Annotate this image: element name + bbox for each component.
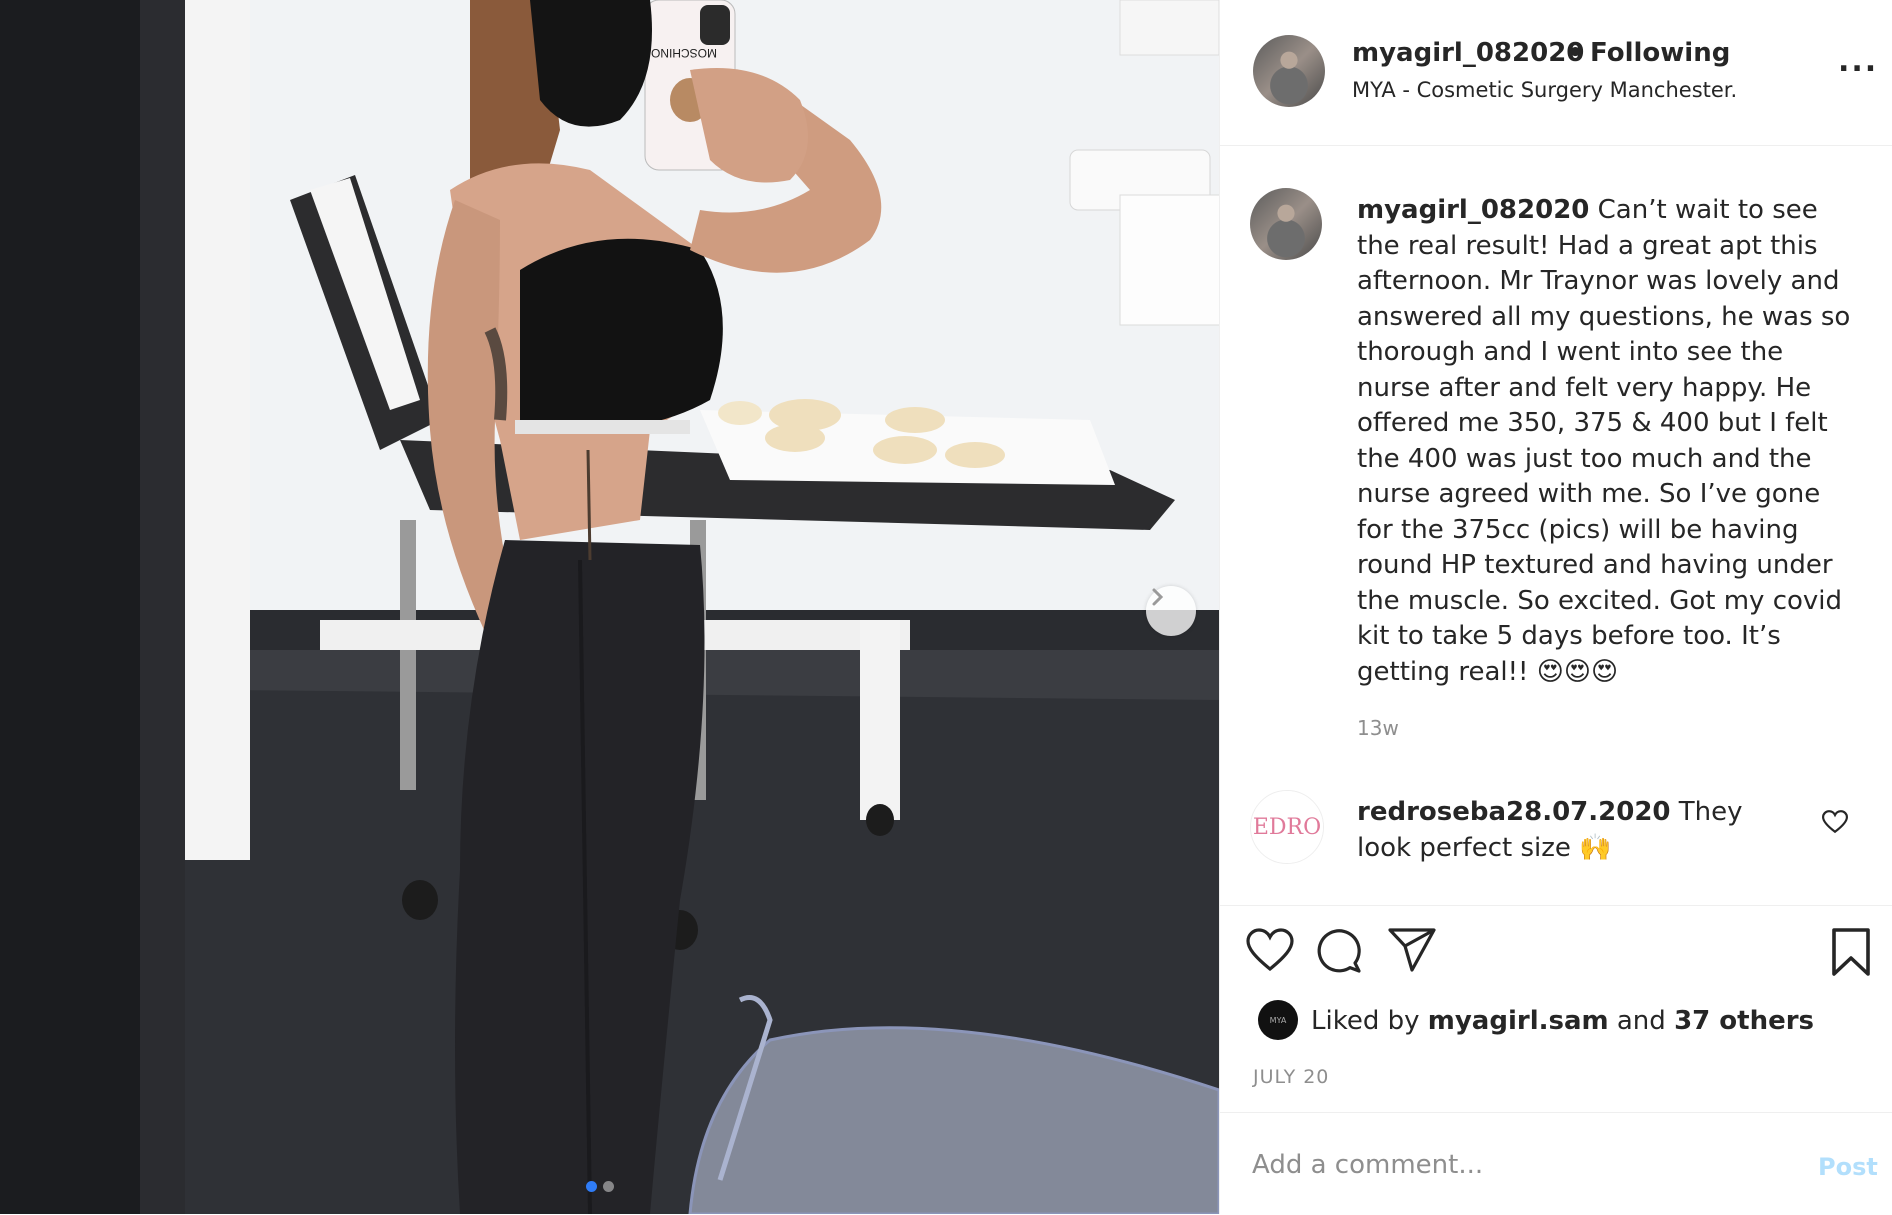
next-photo-button[interactable] <box>1146 586 1196 636</box>
likes-prefix: Liked by <box>1311 1006 1420 1036</box>
post-photo[interactable]: MOSCHINO <box>0 0 1219 1214</box>
heart-icon <box>1821 810 1849 834</box>
photo-illustration: MOSCHINO <box>0 0 1219 1214</box>
like-button[interactable] <box>1246 928 1294 976</box>
commenter-avatar-logo: EDRO <box>1251 791 1323 863</box>
post-comment-button[interactable]: Post <box>1818 1153 1878 1181</box>
more-options-icon[interactable]: ... <box>1838 47 1878 77</box>
liker-avatar[interactable]: MYA <box>1258 1000 1298 1040</box>
commenter-username[interactable]: redroseba28.07.2020 <box>1357 797 1671 827</box>
carousel-dot <box>603 1181 614 1192</box>
author-avatar-image <box>1253 35 1325 107</box>
comment-button[interactable] <box>1314 926 1362 978</box>
post-details-panel: myagirl_082020 • Following MYA - Cosmeti… <box>1219 0 1892 1214</box>
author-avatar[interactable] <box>1253 35 1325 107</box>
bookmark-icon <box>1832 928 1870 976</box>
liker-username[interactable]: myagirl.sam <box>1428 1006 1609 1036</box>
likes-others-link[interactable]: 37 others <box>1674 1006 1814 1036</box>
caption-text: Can’t wait to see the real result! Had a… <box>1357 195 1851 687</box>
caption-username[interactable]: myagirl_082020 <box>1357 195 1589 225</box>
post-date[interactable]: JULY 20 <box>1253 1066 1329 1088</box>
svg-text:MOSCHINO: MOSCHINO <box>651 46 717 60</box>
caption-avatar[interactable] <box>1250 188 1322 260</box>
add-comment-section: Post <box>1220 1112 1892 1215</box>
post-caption: myagirl_082020 Can’t wait to see the rea… <box>1357 193 1862 690</box>
post-location[interactable]: MYA - Cosmetic Surgery Manchester. <box>1352 78 1737 102</box>
carousel-indicator <box>586 1181 614 1192</box>
save-button[interactable] <box>1830 928 1872 980</box>
carousel-dot-active <box>586 1181 597 1192</box>
speech-bubble-icon <box>1317 929 1361 973</box>
heart-icon <box>1246 928 1294 972</box>
post-header: myagirl_082020 • Following MYA - Cosmeti… <box>1220 0 1892 146</box>
author-username[interactable]: myagirl_082020 <box>1352 38 1584 68</box>
commenter-avatar[interactable]: EDRO <box>1250 790 1324 864</box>
caption-avatar-image <box>1250 188 1322 260</box>
share-button[interactable] <box>1388 928 1436 976</box>
chevron-right-icon <box>1152 588 1164 606</box>
comment: redroseba28.07.2020 They look perfect si… <box>1357 794 1777 866</box>
comment-input[interactable] <box>1250 1149 1774 1181</box>
separator-dot: • <box>1567 38 1584 68</box>
following-button[interactable]: Following <box>1590 38 1730 68</box>
comment-like-button[interactable] <box>1821 810 1849 838</box>
post-age[interactable]: 13w <box>1357 716 1399 740</box>
likes-summary: Liked by myagirl.sam and 37 others <box>1311 1006 1814 1036</box>
paper-plane-icon <box>1388 928 1436 972</box>
likes-and: and <box>1616 1006 1666 1036</box>
